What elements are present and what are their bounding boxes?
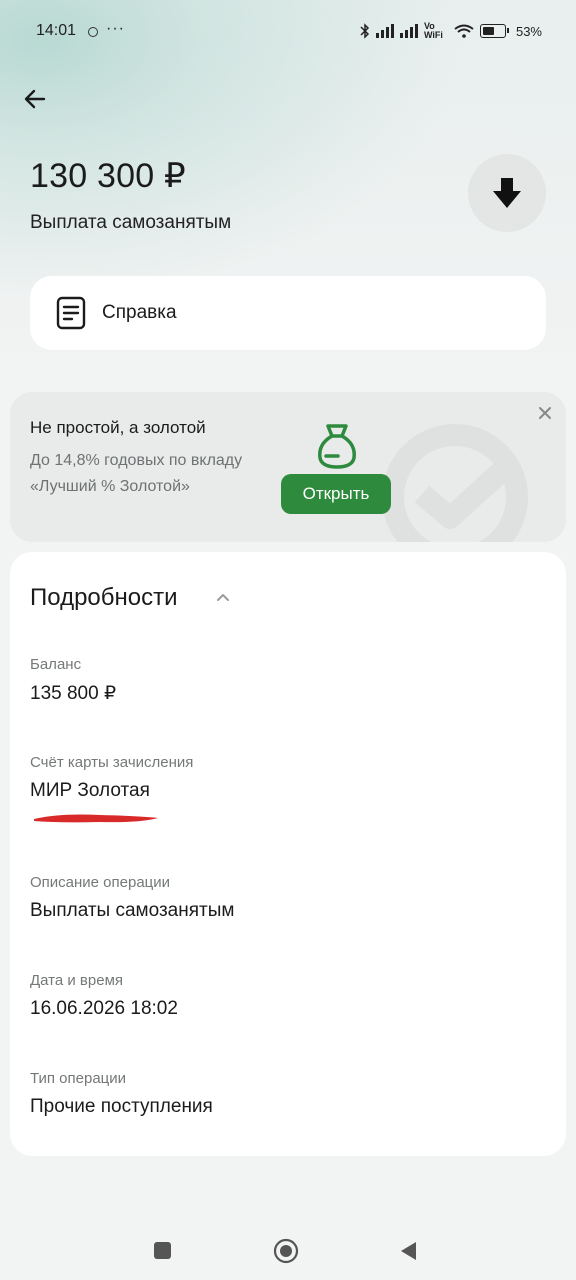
signal-icon-2 xyxy=(399,24,418,38)
status-icons: Vo WiFi 53% xyxy=(360,22,542,40)
operation-type-label: Тип операции xyxy=(30,1070,127,1087)
description-label: Описание операции xyxy=(30,874,171,891)
status-more-dots: ··· xyxy=(106,20,125,37)
reference-label: Справка xyxy=(102,302,177,323)
sber-watermark-icon xyxy=(382,424,528,542)
operation-subtitle: Выплата самозанятым xyxy=(30,212,232,233)
arrow-left-icon[interactable] xyxy=(22,86,48,112)
promo-text: До 14,8% годовых по вкладу «Лучший % Зол… xyxy=(30,452,243,495)
description-value: Выплаты самозанятым xyxy=(30,900,235,921)
promo-open-button[interactable]: Открыть xyxy=(281,474,391,514)
notification-circle-icon xyxy=(88,27,98,37)
promo-title: Не простой, а золотой xyxy=(30,418,206,437)
operation-type-value: Прочие поступления xyxy=(30,1096,213,1117)
details-card: Подробности Баланс 135 800 ₽ Счёт карты … xyxy=(10,552,566,1156)
details-title[interactable]: Подробности xyxy=(30,584,178,612)
reference-card[interactable]: Справка xyxy=(30,276,546,350)
wifi-icon xyxy=(454,24,474,38)
signal-icon-1 xyxy=(375,24,394,38)
vowifi-label: Vo WiFi xyxy=(423,21,443,40)
chevron-up-icon[interactable] xyxy=(215,590,231,606)
system-nav-bar xyxy=(0,1220,576,1280)
back-triangle-icon[interactable] xyxy=(398,1240,418,1262)
redaction-scribble xyxy=(34,814,158,823)
datetime-value: 16.06.2026 18:02 xyxy=(30,998,178,1019)
card-account-label: Счёт карты зачисления xyxy=(30,754,194,771)
balance-value: 135 800 ₽ xyxy=(30,683,117,704)
recents-square-icon[interactable] xyxy=(154,1242,171,1259)
bluetooth-icon xyxy=(360,23,370,39)
operation-amount: 130 300 ₽ xyxy=(30,157,186,195)
battery-icon xyxy=(479,24,509,38)
status-time: 14:01 xyxy=(36,22,77,39)
close-icon[interactable] xyxy=(536,404,554,422)
download-button[interactable] xyxy=(468,154,546,232)
download-arrow-icon xyxy=(493,178,521,208)
balance-label: Баланс xyxy=(30,656,82,673)
document-icon xyxy=(56,296,86,330)
promo-banner[interactable]: Не простой, а золотой До 14,8% годовых п… xyxy=(10,392,566,542)
datetime-label: Дата и время xyxy=(30,972,124,989)
card-account-value: МИР Золотая xyxy=(30,780,150,801)
home-circle-icon[interactable] xyxy=(273,1238,299,1264)
battery-percent: 53% xyxy=(515,23,542,39)
money-bag-icon xyxy=(318,424,356,469)
